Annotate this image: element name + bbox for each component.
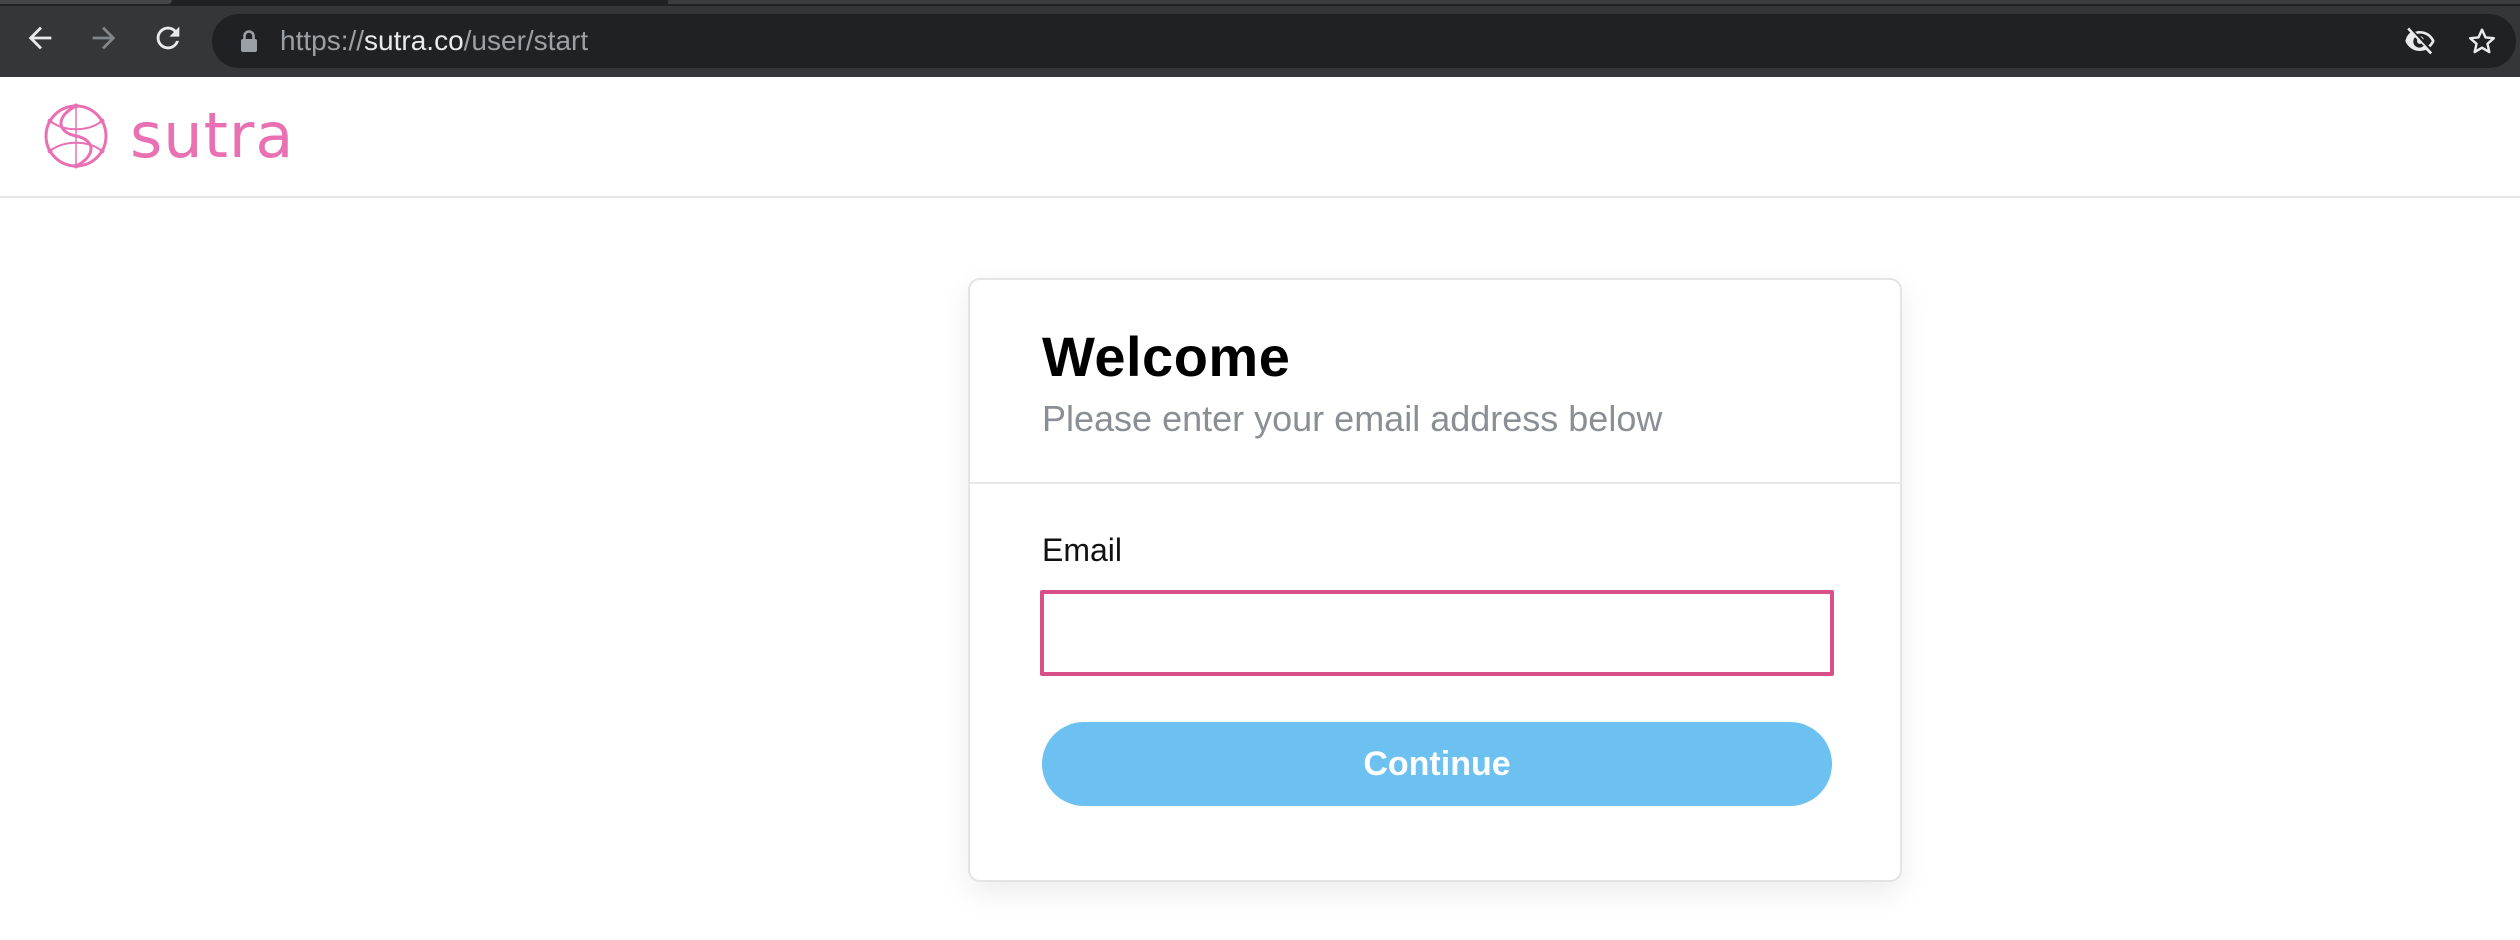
address-bar[interactable]: https://sutra.co/user/start (212, 14, 2516, 68)
reload-icon (156, 26, 180, 50)
welcome-card: Welcome Please enter your email address … (968, 278, 1902, 882)
star-icon[interactable] (2466, 25, 2498, 57)
browser-toolbar: https://sutra.co/user/start (0, 0, 2520, 77)
lock-icon[interactable] (238, 29, 260, 53)
logo-link[interactable]: sutra (42, 102, 294, 170)
reload-button[interactable] (144, 14, 192, 62)
active-tab[interactable] (0, 0, 172, 4)
url-scheme: https:// (280, 25, 365, 56)
arrow-right-icon (92, 26, 116, 50)
sutra-logo-icon (44, 103, 108, 169)
tab-strip (0, 0, 2520, 6)
logo-text: sutra (130, 99, 295, 172)
url-path: /user/start (463, 25, 589, 56)
site-header: sutra (0, 77, 2520, 198)
eye-off-icon[interactable] (2404, 25, 2436, 57)
continue-button[interactable]: Continue (1042, 722, 1832, 806)
back-button[interactable] (16, 14, 64, 62)
url-text[interactable]: https://sutra.co/user/start (280, 14, 588, 68)
page-title: Welcome (1042, 325, 1291, 388)
arrow-left-icon (28, 26, 52, 50)
email-label: Email (1042, 532, 1123, 568)
email-field[interactable] (1040, 590, 1834, 676)
card-header: Welcome Please enter your email address … (970, 280, 1900, 484)
inactive-tab[interactable] (668, 0, 2520, 4)
card-body: Email Continue (970, 484, 1900, 882)
forward-button[interactable] (80, 14, 128, 62)
url-host: sutra.co (364, 25, 464, 56)
page-subtitle: Please enter your email address below (1042, 398, 1663, 439)
